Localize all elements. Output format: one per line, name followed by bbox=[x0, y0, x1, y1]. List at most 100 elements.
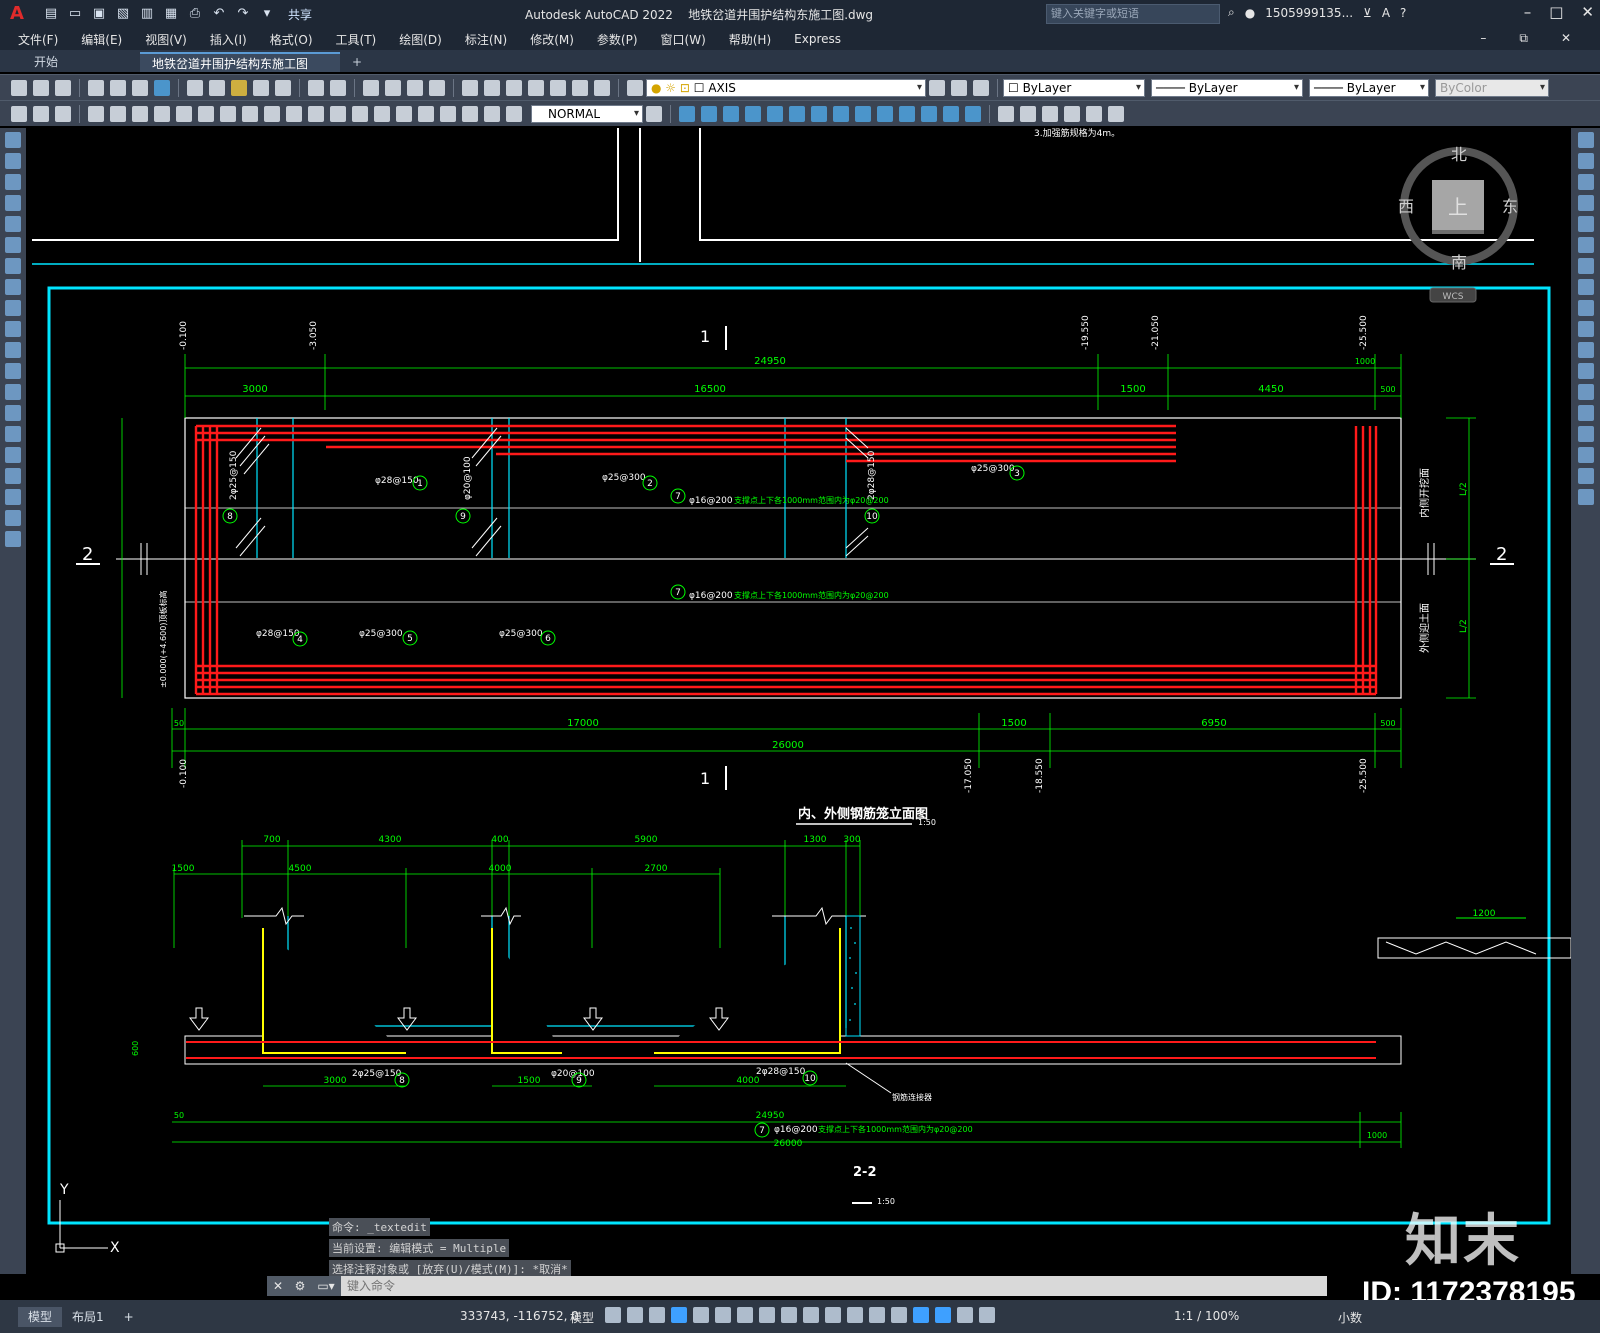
ucs-icon[interactable] bbox=[11, 105, 27, 122]
doc-close-icon[interactable]: ✕ bbox=[1561, 31, 1571, 46]
visual-style-icon[interactable] bbox=[998, 105, 1014, 122]
tab-model[interactable]: 模型 bbox=[18, 1306, 63, 1327]
explode-icon[interactable] bbox=[1577, 489, 1594, 505]
add-layout-button[interactable]: + bbox=[114, 1307, 144, 1327]
auto-scale-icon[interactable] bbox=[957, 1307, 973, 1323]
polyline-icon[interactable] bbox=[5, 174, 21, 190]
mtext-icon[interactable] bbox=[5, 510, 21, 526]
open-file-icon[interactable]: ▭ bbox=[66, 5, 84, 23]
cut-icon[interactable] bbox=[187, 79, 203, 96]
cart-icon[interactable]: ⊻ bbox=[1363, 6, 1372, 20]
a360-icon[interactable]: A bbox=[1382, 6, 1390, 20]
sheet-set-icon[interactable] bbox=[528, 79, 544, 96]
dim-angular-icon[interactable] bbox=[242, 105, 258, 122]
new-icon[interactable] bbox=[11, 79, 27, 96]
rotate-icon[interactable] bbox=[1577, 258, 1594, 274]
maximize-icon[interactable]: □ bbox=[1549, 3, 1563, 21]
undo-icon[interactable]: ↶ bbox=[210, 5, 228, 23]
dim-aligned-icon[interactable] bbox=[110, 105, 126, 122]
zoom-realtime-icon[interactable] bbox=[385, 79, 401, 96]
wireframe-icon[interactable] bbox=[1086, 105, 1102, 122]
circle-icon[interactable] bbox=[5, 258, 21, 274]
box-icon[interactable] bbox=[679, 105, 695, 122]
open-icon[interactable] bbox=[33, 79, 49, 96]
menu-help[interactable]: 帮助(H) bbox=[729, 31, 771, 48]
viewcube-south[interactable]: 南 bbox=[1451, 253, 1467, 272]
dim-update-icon[interactable] bbox=[506, 105, 522, 122]
line-icon[interactable] bbox=[5, 132, 21, 148]
search-icon[interactable]: ⌕ bbox=[1228, 5, 1235, 20]
layer-properties-icon[interactable] bbox=[627, 79, 643, 96]
plot-icon[interactable]: ⎙ bbox=[186, 5, 204, 23]
scale-icon[interactable] bbox=[1577, 279, 1594, 295]
recent-commands-icon[interactable]: ▭▾ bbox=[311, 1276, 341, 1296]
annotation-visibility-icon[interactable] bbox=[935, 1307, 951, 1323]
plotstyle-dropdown[interactable]: ByColor bbox=[1435, 78, 1549, 97]
markup-icon[interactable] bbox=[550, 79, 566, 96]
gizmo-icon[interactable] bbox=[913, 1307, 929, 1323]
pyramid-icon[interactable] bbox=[811, 105, 827, 122]
polar-icon[interactable] bbox=[693, 1307, 709, 1323]
realistic-icon[interactable] bbox=[1020, 105, 1036, 122]
dynamic-ucs-icon[interactable] bbox=[869, 1307, 885, 1323]
dim-continue-icon[interactable] bbox=[308, 105, 324, 122]
dim-space-icon[interactable] bbox=[330, 105, 346, 122]
tolerance-icon[interactable] bbox=[374, 105, 390, 122]
move-icon[interactable] bbox=[1577, 237, 1594, 253]
help-icon[interactable] bbox=[594, 79, 610, 96]
plot-icon[interactable] bbox=[88, 79, 104, 96]
layer-previous-icon[interactable] bbox=[951, 79, 967, 96]
coordinates-readout[interactable]: 333743, -116752, 0 bbox=[460, 1309, 579, 1323]
dim-break-icon[interactable] bbox=[352, 105, 368, 122]
object-snap-icon[interactable] bbox=[759, 1307, 775, 1323]
new-tab-button[interactable]: + bbox=[340, 52, 374, 72]
doc-minimize-icon[interactable]: – bbox=[1480, 31, 1486, 46]
plot-preview-icon[interactable] bbox=[110, 79, 126, 96]
mirror-icon[interactable] bbox=[1577, 174, 1594, 190]
design-center-icon[interactable] bbox=[154, 79, 170, 96]
object-snap-tracking-icon[interactable] bbox=[737, 1307, 753, 1323]
annotation-scale[interactable]: 1:1 / 100% bbox=[1174, 1309, 1239, 1323]
trim-icon[interactable] bbox=[1577, 321, 1594, 337]
union-icon[interactable] bbox=[921, 105, 937, 122]
tool-palettes-icon[interactable] bbox=[506, 79, 522, 96]
menu-file[interactable]: 文件(F) bbox=[18, 31, 58, 48]
properties-icon[interactable] bbox=[462, 79, 478, 96]
tab-layout1[interactable]: 布局1 bbox=[62, 1307, 114, 1327]
fillet-icon[interactable] bbox=[1577, 447, 1594, 463]
table-icon[interactable] bbox=[5, 489, 21, 505]
redo-icon[interactable]: ↷ bbox=[234, 5, 252, 23]
revolve-icon[interactable] bbox=[855, 105, 871, 122]
ellipse-arc-icon[interactable] bbox=[5, 342, 21, 358]
minimize-icon[interactable]: – bbox=[1524, 3, 1532, 21]
lineweight-dropdown[interactable]: ──── ByLayer bbox=[1309, 78, 1429, 97]
arc-icon[interactable] bbox=[5, 237, 21, 253]
break-at-point-icon[interactable] bbox=[1577, 363, 1594, 379]
jogged-linear-icon[interactable] bbox=[440, 105, 456, 122]
viewcube-north[interactable]: 北 bbox=[1451, 145, 1467, 164]
menu-express[interactable]: Express bbox=[794, 32, 841, 46]
hatch-icon[interactable] bbox=[5, 426, 21, 442]
save-web-icon[interactable]: ▦ bbox=[162, 5, 180, 23]
dim-baseline-icon[interactable] bbox=[286, 105, 302, 122]
customize-command-icon[interactable]: ⚙ bbox=[289, 1276, 311, 1296]
drawing-canvas[interactable]: 3.加强筋规格为4m。 2 2 1 1 φ28@150 φ25@300 φ25@… bbox=[26, 128, 1571, 1274]
save-icon[interactable]: ▣ bbox=[90, 5, 108, 23]
spline-icon[interactable] bbox=[5, 300, 21, 316]
quick-dim-icon[interactable] bbox=[264, 105, 280, 122]
annotation-scale-icon[interactable] bbox=[979, 1307, 995, 1323]
rectangle-icon[interactable] bbox=[5, 216, 21, 232]
extend-icon[interactable] bbox=[1577, 342, 1594, 358]
sphere-icon[interactable] bbox=[745, 105, 761, 122]
doc-restore-icon[interactable]: ⧉ bbox=[1519, 31, 1528, 46]
center-mark-icon[interactable] bbox=[396, 105, 412, 122]
make-block-icon[interactable] bbox=[5, 384, 21, 400]
layer-dropdown[interactable]: ● ☼ ⊡ ☐ AXIS bbox=[646, 78, 926, 97]
redo-icon[interactable] bbox=[330, 79, 346, 96]
zoom-window-icon[interactable] bbox=[407, 79, 423, 96]
user-icon[interactable]: ● bbox=[1245, 6, 1255, 20]
intersect-icon[interactable] bbox=[965, 105, 981, 122]
infer-constraints-icon[interactable] bbox=[649, 1307, 665, 1323]
offset-icon[interactable] bbox=[1577, 195, 1594, 211]
isodraft-icon[interactable] bbox=[715, 1307, 731, 1323]
